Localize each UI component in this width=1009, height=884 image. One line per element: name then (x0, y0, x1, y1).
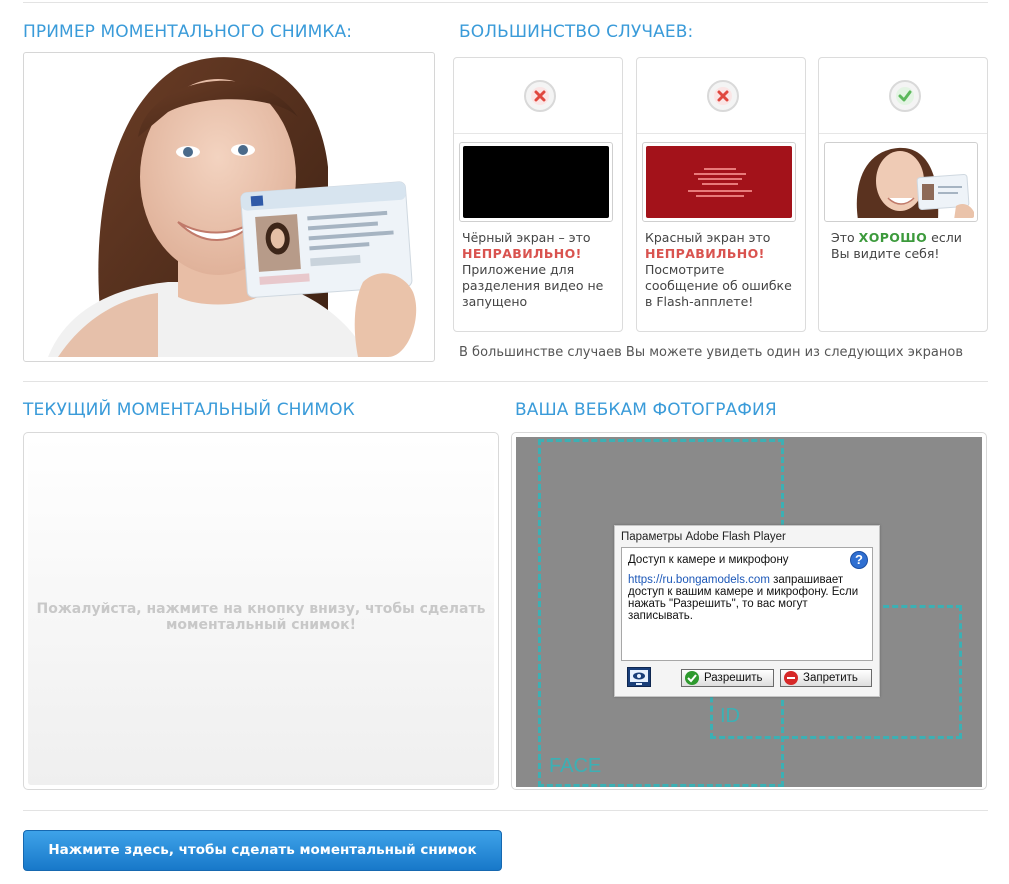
current-snapshot-frame: Пожалуйста, нажмите на кнопку внизу, что… (23, 432, 499, 790)
snapshot-placeholder: Пожалуйста, нажмите на кнопку внизу, что… (36, 601, 486, 633)
green-check-icon (889, 80, 921, 112)
wrong-label: НЕПРАВИЛЬНО! (462, 246, 582, 261)
case-good-text: Это ХОРОШО если Вы видите себя! (831, 230, 962, 261)
case-red-screen-text: Красный экран это НЕПРАВИЛЬНО! Посмотрит… (645, 230, 792, 309)
sample-title: ПРИМЕР МОМЕНТАЛЬНОГО СНИМКА: (23, 22, 353, 42)
flash-permission-dialog: Параметры Adobe Flash Player Доступ к ка… (614, 525, 880, 697)
flash-dialog-heading: Доступ к камере и микрофону (628, 554, 789, 566)
face-guide-label: FACE (549, 755, 602, 777)
case-good: Это ХОРОШО если Вы видите себя! (818, 57, 988, 332)
site-link[interactable]: https://ru.bongamodels.com (628, 574, 770, 586)
allow-button[interactable]: Разрешить (681, 669, 774, 687)
red-screen-thumbnail (642, 142, 796, 222)
sample-photo-frame (23, 52, 435, 362)
case-black-screen-text: Чёрный экран – это НЕПРАВИЛЬНО! Приложен… (462, 230, 604, 309)
black-screen-thumbnail (459, 142, 613, 222)
deny-button[interactable]: Запретить (780, 669, 872, 687)
wrong-label: НЕПРАВИЛЬНО! (645, 246, 765, 261)
good-label: ХОРОШО (858, 230, 928, 245)
no-entry-icon (784, 671, 798, 685)
take-snapshot-button[interactable]: Нажмите здесь, чтобы сделать моментальны… (23, 830, 502, 871)
top-divider (23, 2, 988, 3)
flash-dialog-title: Параметры Adobe Flash Player (621, 531, 786, 543)
red-x-icon (524, 80, 556, 112)
flash-dialog-body: Доступ к камере и микрофону ? https://ru… (621, 547, 873, 661)
webcam-frame: FACE ID Параметры Adobe Flash Player Дос… (511, 432, 987, 790)
webcam-title: ВАША ВЕБКАМ ФОТОГРАФИЯ (515, 400, 777, 420)
cases-note: В большинстве случаев Вы можете увидеть … (459, 345, 964, 360)
sample-photo (28, 57, 430, 357)
current-snapshot-title: ТЕКУЩИЙ МОМЕНТАЛЬНЫЙ СНИМОК (23, 400, 355, 420)
camera-settings-icon[interactable] (627, 667, 651, 687)
help-icon[interactable]: ? (850, 551, 868, 569)
cases-title: БОЛЬШИНСТВО СЛУЧАЕВ: (459, 22, 694, 42)
webcam-view: FACE ID Параметры Adobe Flash Player Дос… (516, 437, 982, 787)
case-black-screen: Чёрный экран – это НЕПРАВИЛЬНО! Приложен… (453, 57, 623, 332)
bottom-divider (23, 810, 988, 811)
case-red-screen: Красный экран это НЕПРАВИЛЬНО! Посмотрит… (636, 57, 806, 332)
red-x-icon (707, 80, 739, 112)
flash-dialog-text: https://ru.bongamodels.com запрашивает д… (628, 574, 859, 622)
middle-divider (23, 381, 988, 382)
id-guide-label: ID (720, 705, 740, 727)
current-snapshot-area: Пожалуйста, нажмите на кнопку внизу, что… (28, 437, 494, 785)
good-thumbnail (824, 142, 978, 222)
green-check-icon (685, 671, 699, 685)
